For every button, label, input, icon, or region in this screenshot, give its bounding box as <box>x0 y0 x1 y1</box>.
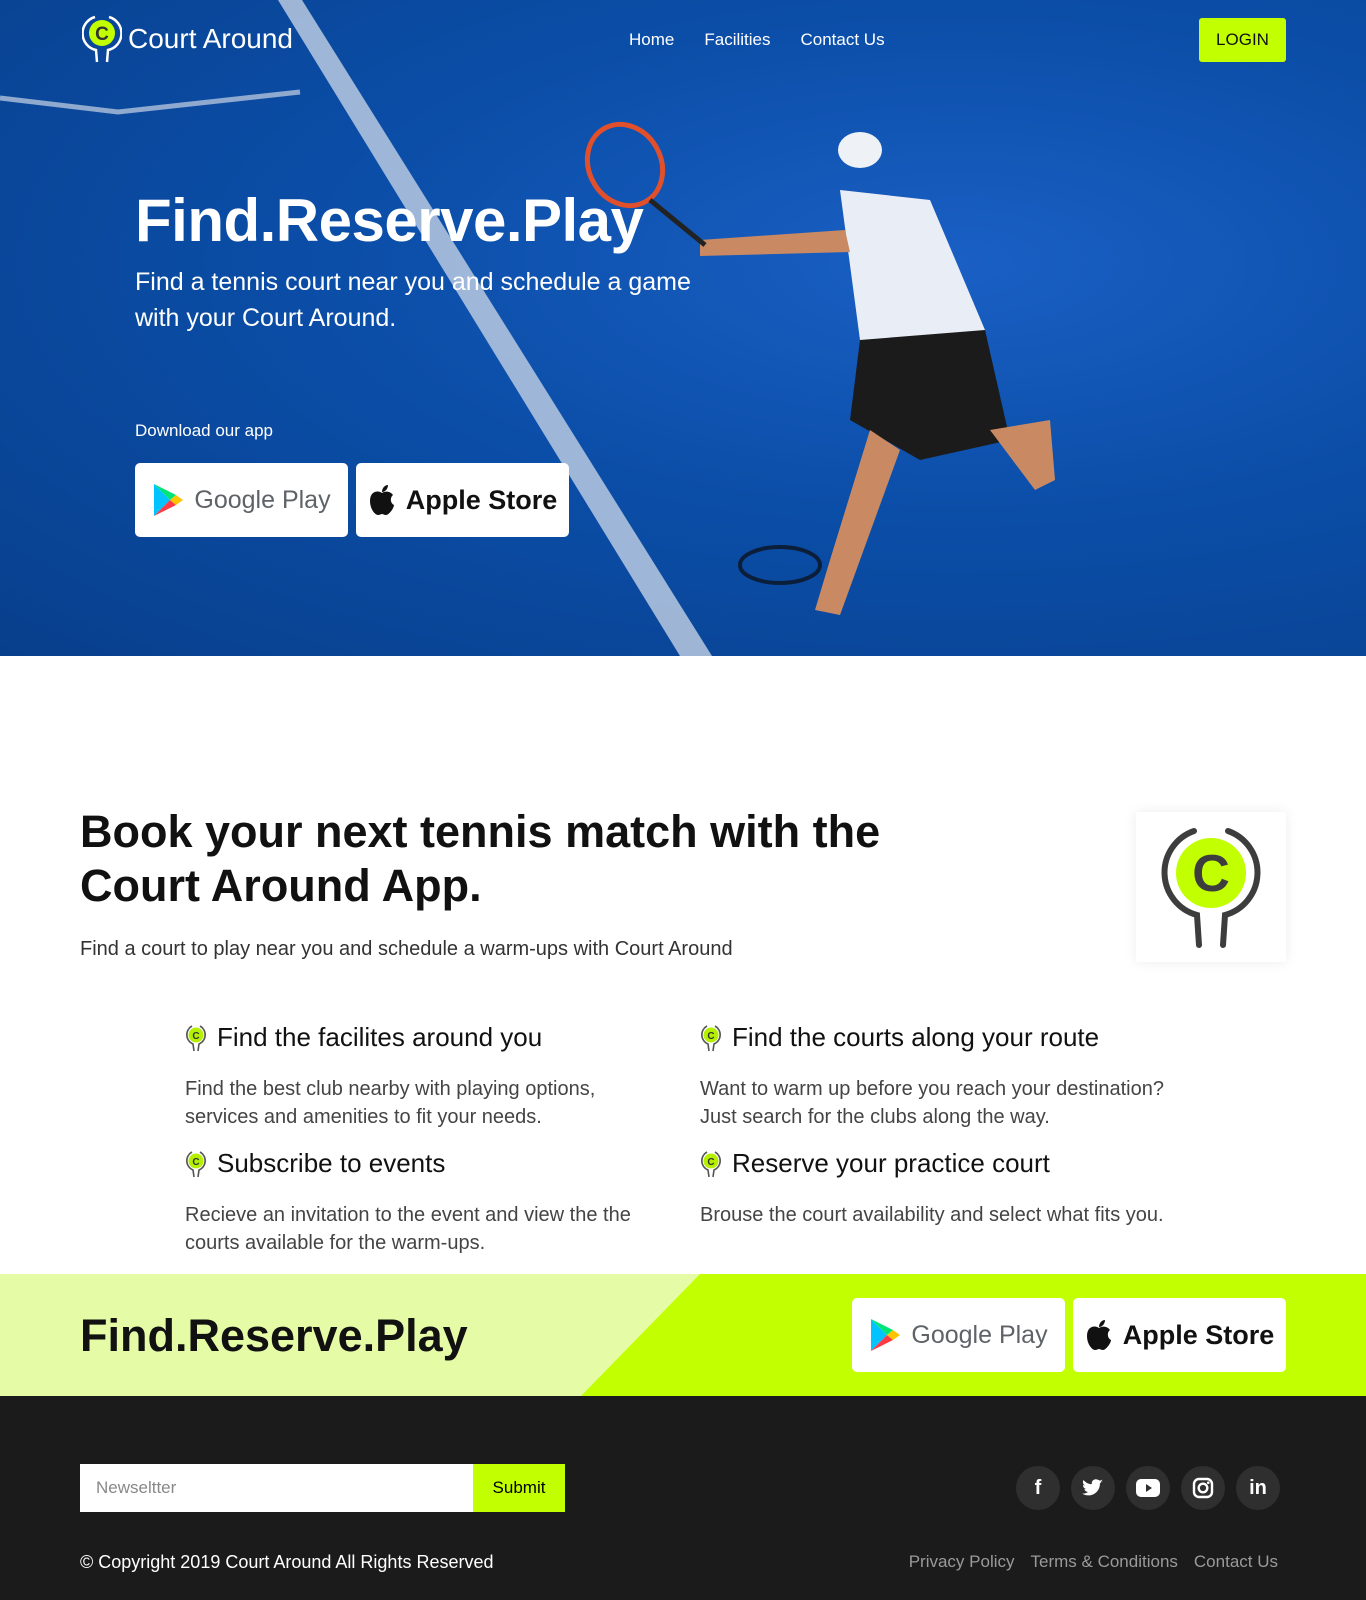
pin-logo-icon: C <box>701 1024 721 1051</box>
svg-text:C: C <box>95 24 109 45</box>
privacy-policy-link[interactable]: Privacy Policy <box>909 1552 1015 1572</box>
google-play-label: Google Play <box>194 485 331 514</box>
feature-item: C Subscribe to events Recieve an invitati… <box>185 1148 665 1257</box>
submit-button[interactable]: Submit <box>473 1464 565 1512</box>
brand-logo[interactable]: C Court Around <box>82 14 293 64</box>
google-play-button[interactable]: Google Play <box>852 1298 1065 1372</box>
band-title: Find.Reserve.Play <box>80 1310 468 1361</box>
apple-store-label: Apple Store <box>1122 1319 1275 1350</box>
copyright: © Copyright 2019 Court Around All Rights… <box>80 1552 494 1572</box>
google-play-label: Google Play <box>911 1320 1048 1349</box>
apple-store-button[interactable]: Apple Store <box>1073 1298 1286 1372</box>
feature-item: C Find the courts along your route Want t… <box>700 1022 1180 1131</box>
google-play-button[interactable]: Google Play <box>135 463 348 537</box>
feature-desc: Recieve an invitation to the event and v… <box>185 1204 631 1254</box>
logo-icon: C <box>82 15 122 63</box>
download-label: Download our app <box>135 421 273 440</box>
feature-desc: Find the best club nearby with playing o… <box>185 1078 596 1128</box>
newsletter-input[interactable] <box>80 1464 473 1512</box>
feature-item: C Reserve your practice court Brouse the … <box>700 1148 1180 1229</box>
nav-home[interactable]: Home <box>629 30 674 50</box>
apple-store-label: Apple Store <box>405 484 558 515</box>
feature-item: C Find the facilites around you Find the … <box>185 1022 665 1131</box>
google-play-icon <box>154 484 184 516</box>
twitter-icon[interactable] <box>1071 1466 1115 1510</box>
cta-band: Find.Reserve.Play Google Play Apple Stor… <box>0 1274 1366 1396</box>
feature-desc: Want to warm up before you reach your de… <box>700 1078 1164 1128</box>
brand-name: Court Around <box>128 23 293 54</box>
pin-logo-icon: C <box>186 1024 206 1051</box>
svg-text:C: C <box>707 1157 714 1168</box>
hero-subtitle: Find a tennis court near you and schedul… <box>135 268 691 332</box>
google-play-icon <box>871 1319 901 1351</box>
player-silhouette <box>584 121 1055 615</box>
feature-title: Find the courts along your route <box>732 1022 1100 1052</box>
pin-logo-icon: C <box>186 1150 206 1177</box>
login-button[interactable]: LOGIN <box>1199 18 1286 62</box>
app-logo-card: C <box>1136 812 1286 962</box>
hero: C Court Around Home Facilities Contact U… <box>0 0 1366 656</box>
main-nav: Home Facilities Contact Us <box>629 30 885 50</box>
feature-desc: Brouse the court availability and select… <box>700 1204 1164 1226</box>
contact-us-link[interactable]: Contact Us <box>1194 1552 1278 1572</box>
apple-icon <box>369 485 394 515</box>
section-title: Book your next tennis match with the Cou… <box>80 806 881 911</box>
feature-title: Find the facilites around you <box>217 1022 543 1052</box>
svg-text:C: C <box>192 1157 199 1168</box>
linkedin-icon[interactable]: in <box>1236 1466 1280 1510</box>
apple-icon <box>1086 1320 1111 1350</box>
svg-text:C: C <box>707 1031 714 1042</box>
social-links: f in <box>1016 1466 1280 1510</box>
svg-text:C: C <box>1192 845 1230 903</box>
nav-facilities[interactable]: Facilities <box>704 30 770 50</box>
feature-title: Reserve your practice court <box>732 1148 1050 1178</box>
pin-logo-icon: C <box>701 1150 721 1177</box>
instagram-icon[interactable] <box>1181 1466 1225 1510</box>
nav-contact-us[interactable]: Contact Us <box>800 30 884 50</box>
feature-title: Subscribe to events <box>217 1148 446 1178</box>
hero-title: Find.Reserve.Play <box>135 187 644 254</box>
youtube-icon[interactable] <box>1126 1466 1170 1510</box>
footer: Submit f in © Copyright 2019 Court Aroun… <box>0 1396 1366 1600</box>
section-subtitle: Find a court to play near you and schedu… <box>80 938 733 960</box>
terms-link[interactable]: Terms & Conditions <box>1031 1552 1178 1572</box>
app-logo-icon: C <box>1161 828 1261 948</box>
facebook-icon[interactable]: f <box>1016 1466 1060 1510</box>
svg-text:C: C <box>192 1031 199 1042</box>
footer-links: Privacy Policy Terms & Conditions Contac… <box>909 1552 1278 1572</box>
apple-store-button[interactable]: Apple Store <box>356 463 569 537</box>
